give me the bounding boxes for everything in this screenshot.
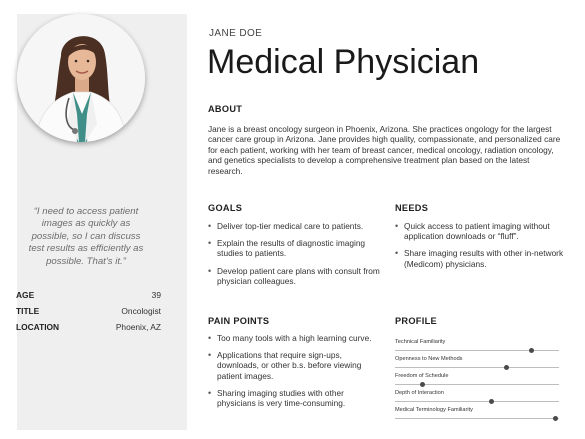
goals-heading: GOALS [208, 203, 243, 213]
trait-track [395, 401, 559, 402]
portrait-illustration [17, 14, 145, 142]
pain-points-list: Too many tools with a high learning curv… [208, 333, 373, 415]
goals-list: Deliver top-tier medical care to patient… [208, 221, 380, 293]
list-item: Develop patient care plans with consult … [208, 266, 380, 286]
trait-track [395, 350, 559, 351]
trait-track [395, 418, 559, 419]
persona-quote: “I need to access patient images as quic… [28, 206, 144, 267]
trait-track [395, 367, 559, 368]
pain-points-heading: PAIN POINTS [208, 316, 270, 326]
trait-marker [489, 399, 495, 404]
fact-label: LOCATION [16, 322, 60, 332]
trait-label: Technical Familiarity [395, 339, 446, 345]
list-item: Sharing imaging studies with other physi… [208, 388, 373, 408]
trait-label: Medical Terminology Familiarity [395, 407, 473, 413]
trait-label: Openness to New Methods [395, 356, 463, 362]
trait-label: Depth of Interaction [395, 390, 444, 396]
profile-photo [17, 14, 145, 142]
fact-value: 39 [151, 290, 161, 300]
fact-title: TITLE Oncologist [16, 306, 161, 318]
list-item: Too many tools with a high learning curv… [208, 333, 373, 343]
trait-marker [504, 365, 510, 370]
list-item: Share imaging results with other in-netw… [395, 248, 565, 268]
trait-marker [420, 382, 426, 387]
fact-value: Oncologist [121, 306, 161, 316]
trait-depth-of-interaction: Depth of Interaction [395, 390, 559, 407]
needs-heading: NEEDS [395, 203, 429, 213]
trait-technical-familiarity: Technical Familiarity [395, 339, 559, 356]
fact-age: AGE 39 [16, 290, 161, 302]
fact-label: TITLE [16, 306, 40, 316]
about-heading: ABOUT [208, 104, 243, 114]
list-item: Deliver top-tier medical care to patient… [208, 221, 380, 231]
persona-name: JANE DOE [209, 28, 263, 39]
trait-medical-terminology-familiarity: Medical Terminology Familiarity [395, 407, 559, 424]
list-item: Quick access to patient imaging without … [395, 221, 565, 241]
needs-list: Quick access to patient imaging without … [395, 221, 565, 276]
profile-heading: PROFILE [395, 316, 437, 326]
trait-marker [553, 416, 559, 421]
trait-freedom-of-schedule: Freedom of Schedule [395, 373, 559, 390]
list-item: Applications that require sign-ups, down… [208, 350, 373, 381]
fact-location: LOCATION Phoenix, AZ [16, 322, 161, 334]
trait-openness-to-new-methods: Openness to New Methods [395, 356, 559, 373]
about-text: Jane is a breast oncology surgeon in Pho… [208, 124, 561, 176]
trait-label: Freedom of Schedule [395, 373, 449, 379]
fact-value: Phoenix, AZ [115, 322, 161, 332]
trait-marker [528, 348, 534, 353]
fact-label: AGE [16, 290, 35, 300]
persona-title: Medical Physician [207, 43, 480, 81]
list-item: Explain the results of diagnostic imagin… [208, 238, 380, 258]
